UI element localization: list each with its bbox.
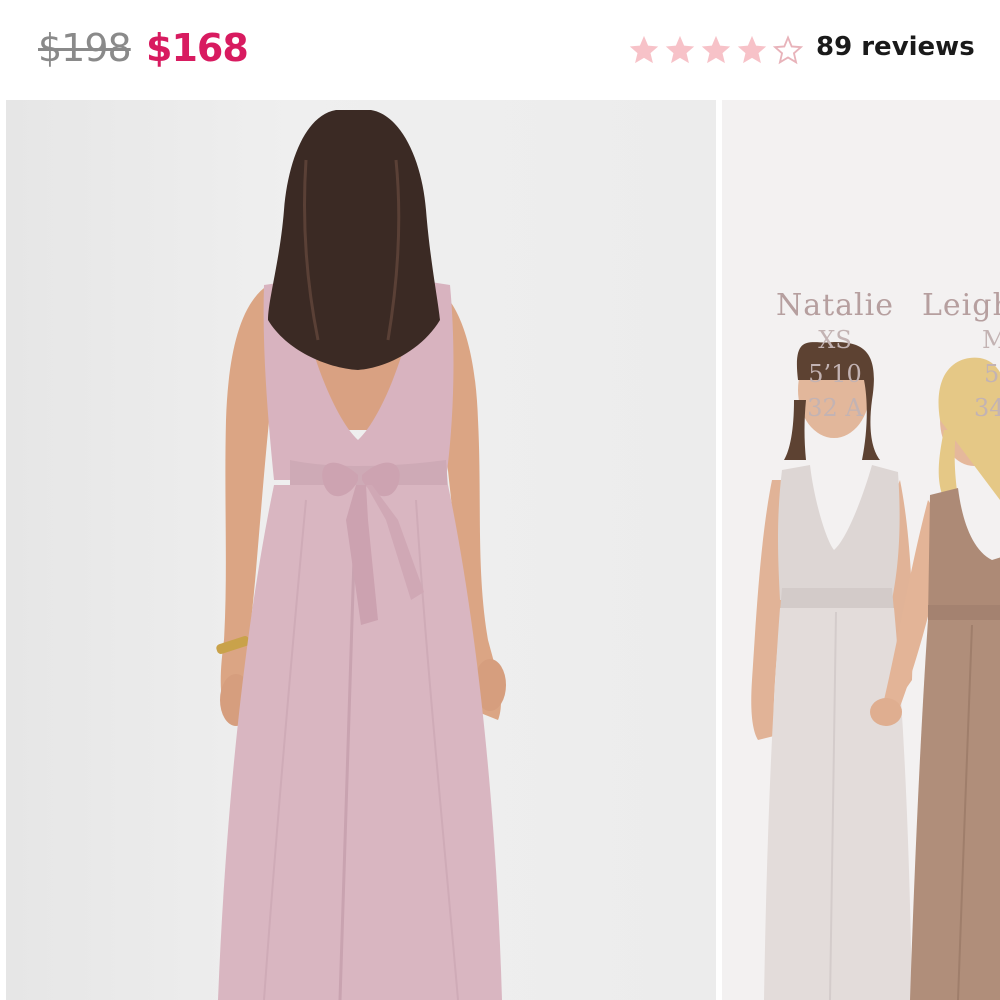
model-size: XS <box>818 326 852 354</box>
product-photo-back-view[interactable] <box>6 100 716 1000</box>
sale-price: $168 <box>146 26 249 70</box>
star-filled-icon <box>665 35 695 64</box>
star-filled-icon <box>737 35 767 64</box>
models-lineup-illustration <box>751 342 1000 1000</box>
product-image-gallery[interactable]: Natalie XS 5’10 32 A Leigh M 5 34 <box>0 100 1000 1000</box>
product-photo-models-lineup[interactable] <box>722 100 1000 1000</box>
star-empty-icon <box>772 35 804 65</box>
model-name: Natalie <box>775 288 895 323</box>
model-label-leigh: Leigh M 5 34 <box>922 288 1000 425</box>
product-header: $198 $168 89 reviews <box>0 0 1000 100</box>
original-price: $198 <box>38 26 132 70</box>
reviews-link[interactable]: 89 reviews <box>816 32 975 62</box>
star-filled-icon <box>701 35 731 64</box>
model-label-natalie: Natalie XS 5’10 32 A <box>775 288 895 425</box>
model-height: 5’10 <box>808 360 862 388</box>
dress-back-view-illustration <box>216 110 506 1000</box>
model-name: Leigh <box>922 288 1000 323</box>
star-filled-icon <box>629 35 659 64</box>
model-bust: 32 A <box>807 394 863 422</box>
star-rating[interactable] <box>627 30 807 70</box>
model-height: 5 <box>984 360 1000 388</box>
model-bust: 34 <box>974 394 1000 422</box>
model-size: M <box>982 326 1000 354</box>
